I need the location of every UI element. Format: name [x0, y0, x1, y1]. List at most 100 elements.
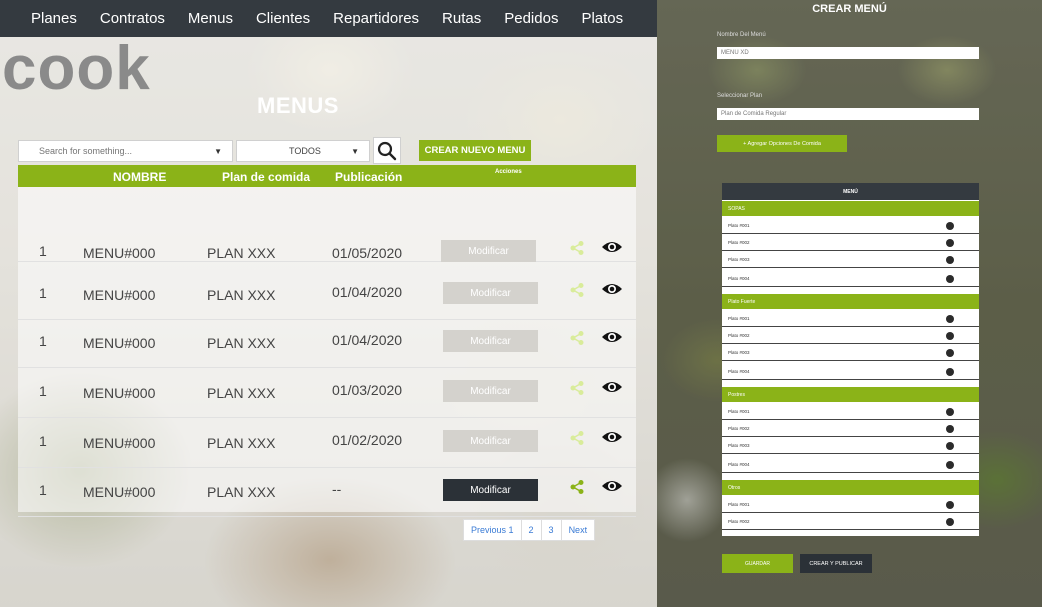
- nav-item-menus[interactable]: Menus: [188, 10, 233, 27]
- plate-row: Plato #003: [722, 438, 979, 454]
- nav-item-clientes[interactable]: Clientes: [256, 10, 310, 27]
- nav-item-rutas[interactable]: Rutas: [442, 10, 481, 27]
- remove-plate-icon[interactable]: [946, 408, 954, 416]
- menu-name-cell: MENU#000: [83, 385, 156, 401]
- pagination: Previous 1 2 3 Next: [463, 519, 596, 541]
- menu-name-cell: MENU#000: [83, 435, 156, 451]
- modify-button[interactable]: Modificar: [443, 282, 538, 304]
- plate-name: Plato #002: [728, 240, 750, 245]
- plate-row: Plato #002: [722, 328, 979, 344]
- row-number: 1: [39, 285, 47, 301]
- plates-section-header: SOPAS: [722, 201, 979, 216]
- nav-item-contratos[interactable]: Contratos: [100, 10, 165, 27]
- remove-plate-icon[interactable]: [946, 239, 954, 247]
- search-icon: [377, 141, 397, 160]
- remove-plate-icon[interactable]: [946, 501, 954, 509]
- plate-row: Plato #004: [722, 271, 979, 287]
- plan-select[interactable]: Plan de Comida Regular: [717, 108, 979, 120]
- plate-name: Plato #003: [728, 257, 750, 262]
- remove-plate-icon[interactable]: [946, 425, 954, 433]
- plan-cell: PLAN XXX: [207, 435, 276, 451]
- modify-button[interactable]: Modificar: [443, 479, 538, 501]
- menu-name-cell: MENU#000: [83, 245, 156, 261]
- search-input[interactable]: [19, 146, 199, 156]
- remove-plate-icon[interactable]: [946, 368, 954, 376]
- share-icon[interactable]: [569, 330, 585, 346]
- search-button[interactable]: [373, 137, 401, 164]
- plate-name: Plato #004: [728, 369, 750, 374]
- modify-button[interactable]: Modificar: [443, 380, 538, 402]
- menu-name-field[interactable]: MENU XD: [717, 47, 979, 59]
- save-button[interactable]: GUARDAR: [722, 554, 793, 573]
- column-header-plan[interactable]: Plan de comida: [222, 170, 310, 184]
- plate-row: Plato #004: [722, 457, 979, 473]
- nav-item-planes[interactable]: Planes: [31, 10, 77, 27]
- remove-plate-icon[interactable]: [946, 442, 954, 450]
- menus-panel: Planes Contratos Menus Clientes Repartid…: [0, 0, 657, 607]
- column-header-acciones: Acciones: [495, 169, 522, 175]
- pagination-previous[interactable]: Previous 1: [464, 520, 522, 540]
- remove-plate-icon[interactable]: [946, 222, 954, 230]
- filter-select[interactable]: TODOS ▼: [236, 140, 370, 162]
- menu-name-cell: MENU#000: [83, 484, 156, 500]
- nav-item-platos[interactable]: Platos: [581, 10, 623, 27]
- publication-date-cell: 01/04/2020: [332, 284, 403, 300]
- share-icon[interactable]: [569, 479, 585, 495]
- filter-value: TODOS: [289, 146, 321, 156]
- remove-plate-icon[interactable]: [946, 349, 954, 357]
- table-row: 1 MENU#000 PLAN XXX 01/04/2020 Modificar: [18, 271, 636, 320]
- modify-button[interactable]: Modificar: [443, 430, 538, 452]
- eye-icon[interactable]: [601, 478, 623, 494]
- plates-section-header: Postres: [722, 387, 979, 402]
- chevron-down-icon: ▼: [351, 146, 359, 156]
- eye-icon[interactable]: [601, 379, 623, 395]
- remove-plate-icon[interactable]: [946, 275, 954, 283]
- plan-select-label: Seleccionar Plan: [717, 93, 763, 99]
- remove-plate-icon[interactable]: [946, 315, 954, 323]
- remove-plate-icon[interactable]: [946, 256, 954, 264]
- plates-section-header: Otros: [722, 480, 979, 495]
- plate-name: Plato #002: [728, 519, 750, 524]
- pagination-page-2[interactable]: 2: [522, 520, 542, 540]
- plate-name: Plato #001: [728, 223, 750, 228]
- publication-date-cell: 01/05/2020: [332, 245, 403, 261]
- share-icon[interactable]: [569, 380, 585, 396]
- share-icon[interactable]: [569, 240, 585, 256]
- pagination-next[interactable]: Next: [562, 520, 595, 540]
- create-and-publish-button[interactable]: CREAR Y PUBLICAR: [800, 554, 872, 573]
- pagination-page-3[interactable]: 3: [542, 520, 562, 540]
- modify-button[interactable]: Modificar: [441, 240, 536, 262]
- row-number: 1: [39, 482, 47, 498]
- chevron-down-icon[interactable]: ▼: [214, 147, 222, 156]
- column-header-publicacion[interactable]: Publicación: [335, 170, 402, 184]
- nav-item-repartidores[interactable]: Repartidores: [333, 10, 419, 27]
- eye-icon[interactable]: [601, 281, 623, 297]
- eye-icon[interactable]: [601, 329, 623, 345]
- plate-row: Plato #001: [722, 218, 979, 234]
- search-box: ▼: [18, 140, 233, 162]
- share-icon[interactable]: [569, 430, 585, 446]
- column-header-nombre[interactable]: NOMBRE: [113, 170, 166, 184]
- page-title: MENUS: [257, 93, 339, 118]
- row-number: 1: [39, 243, 47, 259]
- table-row: 1 MENU#000 PLAN XXX 01/05/2020 Modificar: [18, 213, 636, 262]
- publication-date-cell: 01/04/2020: [332, 332, 403, 348]
- table-row: 1 MENU#000 PLAN XXX 01/03/2020 Modificar: [18, 369, 636, 418]
- plate-name: Plato #001: [728, 316, 750, 321]
- plate-row: Plato #004: [722, 364, 979, 380]
- plan-cell: PLAN XXX: [207, 245, 276, 261]
- remove-plate-icon[interactable]: [946, 461, 954, 469]
- remove-plate-icon[interactable]: [946, 332, 954, 340]
- plates-list-header: MENÚ: [722, 183, 979, 200]
- eye-icon[interactable]: [601, 429, 623, 445]
- add-meal-options-button[interactable]: + Agregar Opciones De Comida: [717, 135, 847, 152]
- modify-button[interactable]: Modificar: [443, 330, 538, 352]
- eye-icon[interactable]: [601, 239, 623, 255]
- remove-plate-icon[interactable]: [946, 518, 954, 526]
- plan-cell: PLAN XXX: [207, 385, 276, 401]
- nav-item-pedidos[interactable]: Pedidos: [504, 10, 558, 27]
- create-new-menu-button[interactable]: CREAR NUEVO MENU: [419, 140, 531, 161]
- share-icon[interactable]: [569, 282, 585, 298]
- plate-row: Plato #001: [722, 404, 979, 420]
- plan-cell: PLAN XXX: [207, 335, 276, 351]
